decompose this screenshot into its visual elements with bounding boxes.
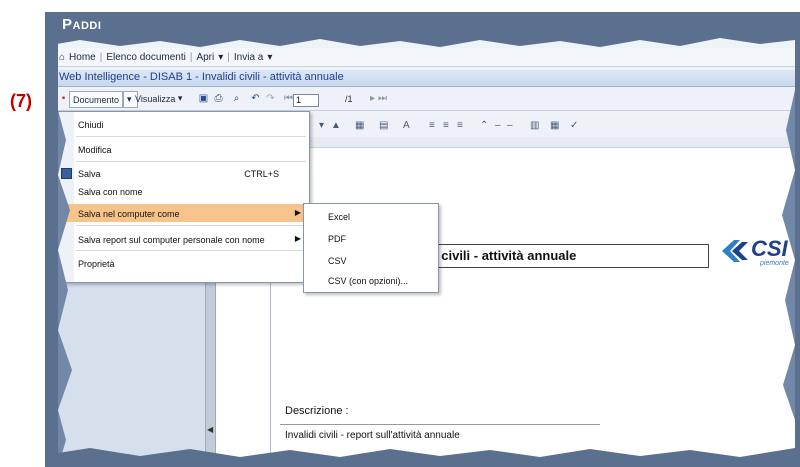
brand-title-rest: ADDI: [72, 20, 102, 32]
brand-title-initial: P: [62, 16, 73, 33]
brand-title: PADDI: [62, 16, 101, 33]
torn-paper-frame: [45, 12, 800, 467]
step-number: (7): [10, 91, 32, 111]
